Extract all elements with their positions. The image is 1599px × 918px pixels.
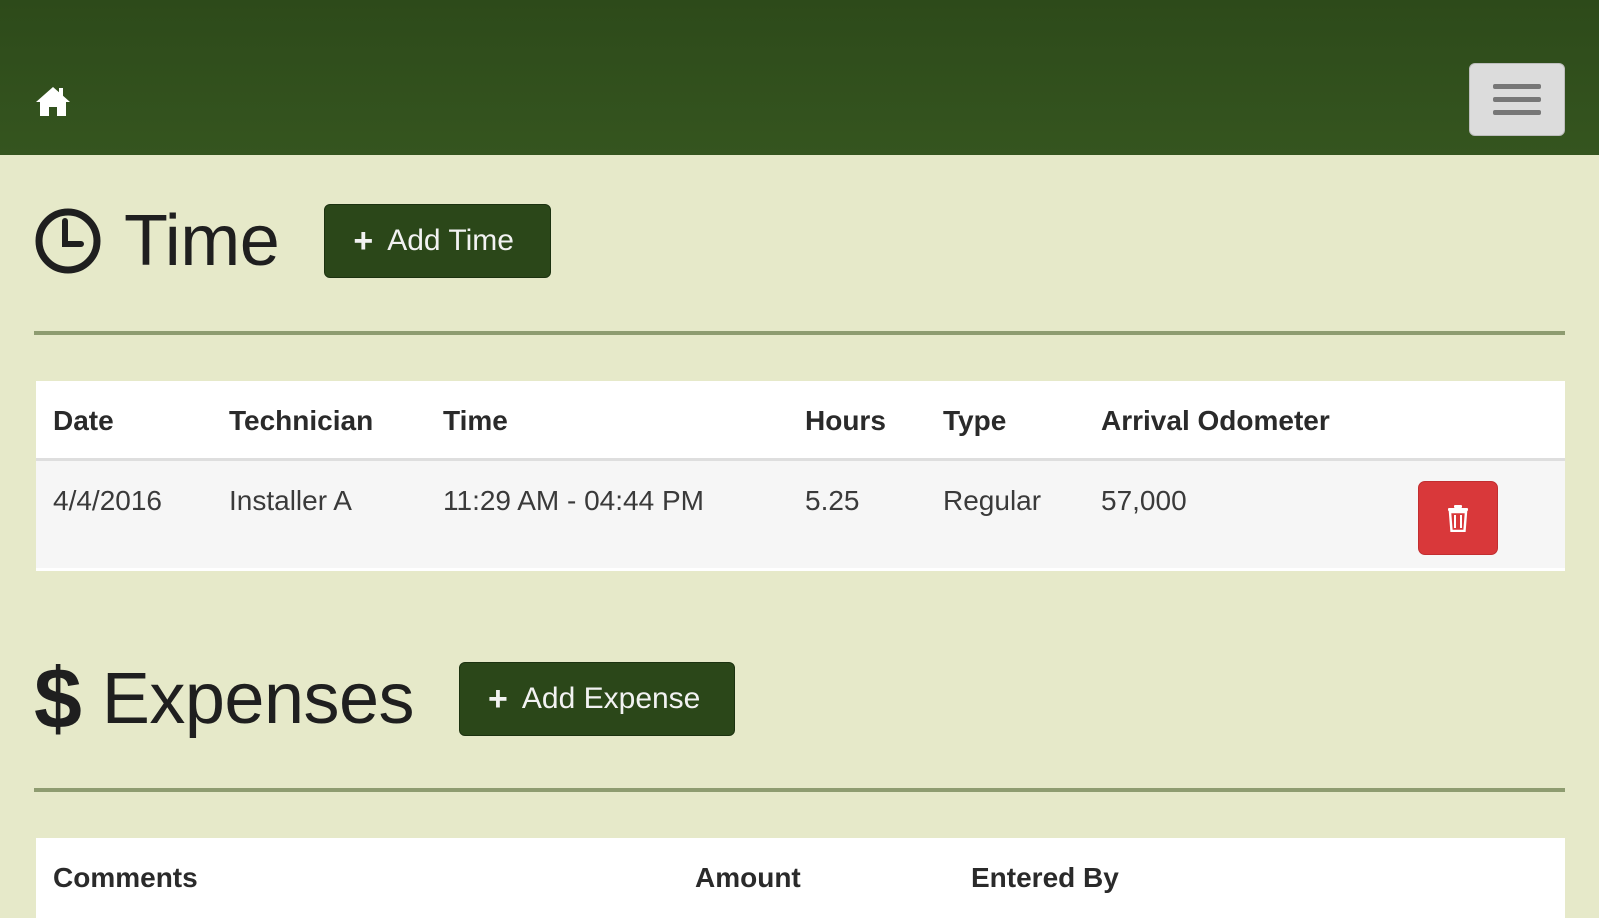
expenses-table: Comments Amount Entered By [36,838,1565,918]
column-header-entered-by[interactable]: Entered By [971,862,1119,894]
cell-type: Regular [943,485,1042,516]
column-header-type[interactable]: Type [943,405,1006,437]
time-divider [34,331,1565,335]
plus-icon: + [488,680,508,718]
cell-hours: 5.25 [805,485,860,516]
add-expense-label: Add Expense [521,682,701,715]
clock-icon [34,207,102,275]
trash-icon [1446,504,1470,532]
expenses-table-header: Comments Amount Entered By [36,838,1565,918]
cell-arrival-odometer: 57,000 [1101,485,1187,516]
cell-date: 4/4/2016 [53,485,162,516]
top-navbar [0,0,1599,155]
column-header-time[interactable]: Time [443,405,508,437]
home-icon[interactable] [34,84,72,118]
hamburger-bar [1493,97,1541,102]
expenses-section-header: $ Expenses + Add Expense [34,651,736,747]
column-header-technician[interactable]: Technician [229,405,373,437]
delete-time-entry-button[interactable] [1418,481,1498,555]
expenses-section-title: Expenses [101,659,415,739]
time-section-title: Time [124,201,280,281]
column-header-comments[interactable]: Comments [53,862,198,894]
hamburger-bar [1493,110,1541,115]
time-table-header: Date Technician Time Hours Type Arrival … [36,381,1565,461]
hamburger-menu-button[interactable] [1469,63,1565,136]
column-header-date[interactable]: Date [53,405,114,437]
cell-technician: Installer A [229,485,352,516]
plus-icon: + [353,222,374,260]
column-header-hours[interactable]: Hours [805,405,886,437]
add-time-label: Add Time [387,224,514,257]
column-header-arrival-odometer[interactable]: Arrival Odometer [1101,405,1330,437]
hamburger-menu-icon [1493,84,1541,89]
time-section-header: Time + Add Time [34,201,552,281]
add-expense-button[interactable]: + Add Expense [459,662,736,736]
column-header-amount[interactable]: Amount [695,862,801,894]
table-row[interactable]: 4/4/2016 Installer A 11:29 AM - 04:44 PM… [36,461,1565,568]
add-time-button[interactable]: + Add Time [324,204,552,278]
time-table: Date Technician Time Hours Type Arrival … [36,381,1565,571]
cell-time: 11:29 AM - 04:44 PM [443,485,704,516]
expenses-divider [34,788,1565,792]
dollar-icon: $ [34,651,82,747]
